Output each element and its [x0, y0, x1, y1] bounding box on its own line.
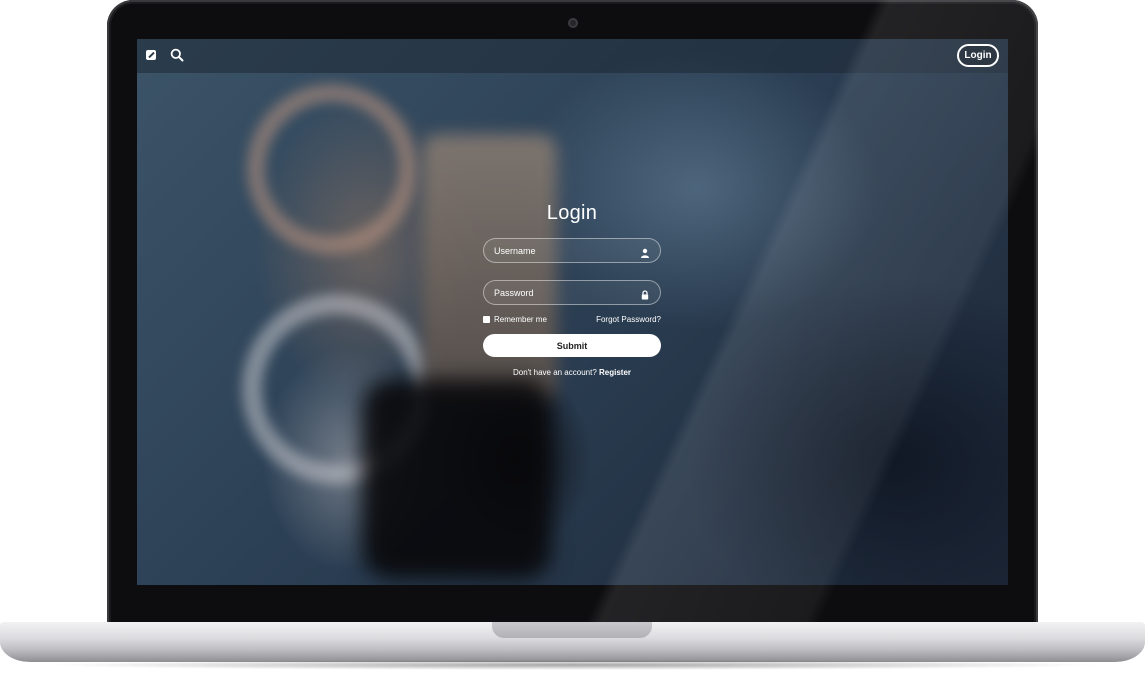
- navbar: Login: [137, 39, 1008, 73]
- webcam: [568, 18, 578, 28]
- background-film-reel-top: [247, 84, 417, 254]
- remember-me-checkbox[interactable]: [483, 315, 490, 323]
- remember-me-label: Remember me: [494, 314, 547, 324]
- laptop-shadow: [40, 660, 1105, 670]
- search-icon[interactable]: [170, 48, 184, 62]
- register-link[interactable]: Register: [599, 368, 631, 377]
- login-form: Login Remember me: [483, 202, 661, 377]
- edit-square-icon[interactable]: [146, 50, 156, 60]
- forgot-password-link[interactable]: Forgot Password?: [596, 315, 661, 324]
- form-options-row: Remember me Forgot Password?: [483, 313, 661, 325]
- nav-login-button[interactable]: Login: [957, 44, 999, 67]
- laptop-base-notch: [492, 622, 652, 638]
- login-title: Login: [546, 202, 598, 224]
- lock-icon: [640, 287, 650, 300]
- password-input[interactable]: [484, 281, 660, 304]
- remember-me[interactable]: Remember me: [483, 315, 547, 324]
- username-input[interactable]: [484, 239, 660, 262]
- register-prompt: Don't have an account?: [512, 368, 597, 377]
- username-field: [483, 238, 661, 263]
- screen: Login Login Username Remember me Forgot …: [137, 39, 1008, 585]
- submit-button[interactable]: Submit: [483, 334, 661, 357]
- user-icon: [640, 245, 650, 258]
- password-field: [483, 280, 661, 305]
- register-row: Don't have an account? Register: [483, 368, 661, 377]
- background-projector-base: [362, 379, 552, 579]
